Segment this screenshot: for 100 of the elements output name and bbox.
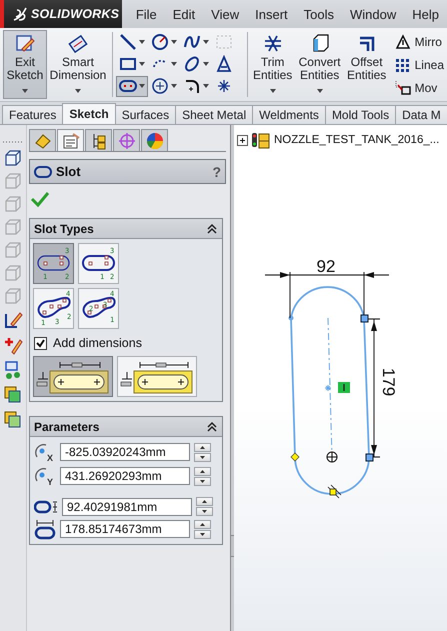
axis-label: X xyxy=(47,453,54,463)
menu-item[interactable]: File xyxy=(128,6,165,22)
view-cube-icon xyxy=(4,241,22,259)
down-arrow-icon xyxy=(202,510,207,513)
expand-toggle[interactable] xyxy=(237,134,248,146)
menu-item[interactable]: Edit xyxy=(164,6,204,22)
panel-tab[interactable] xyxy=(57,129,84,151)
ribbon-tab[interactable]: Sheet Metal xyxy=(175,105,254,124)
axis-label: Y xyxy=(47,477,54,487)
up-arrow-icon xyxy=(200,470,205,472)
view-cube-icon xyxy=(4,218,22,236)
ribbon-button[interactable]: Trim Entities xyxy=(250,30,295,99)
ribbon-button[interactable]: Smart Dimension xyxy=(50,30,106,99)
spin-up-button[interactable] xyxy=(194,466,211,476)
menu-item[interactable]: Tools xyxy=(296,6,342,22)
ribbon-tab[interactable]: Features xyxy=(2,105,64,124)
spin-down-button[interactable] xyxy=(194,530,211,538)
parameter-field[interactable]: 178.85174673mm xyxy=(60,520,190,538)
spin-up-button[interactable] xyxy=(196,497,213,506)
text-tool-icon xyxy=(214,55,233,73)
dropdown-arrow-icon xyxy=(202,40,209,44)
dropdown-arrow-icon xyxy=(138,40,145,44)
midpoint-marker xyxy=(328,484,342,498)
spin-down-button[interactable] xyxy=(194,476,211,486)
menu-item[interactable]: Help xyxy=(404,6,447,22)
ribbon-tab[interactable]: Surfaces xyxy=(114,105,176,124)
menu-item[interactable]: Insert xyxy=(247,6,296,22)
sketch-pencil-icon xyxy=(3,310,23,330)
dimxpert-tab-icon xyxy=(116,130,136,150)
dimension-style-option[interactable] xyxy=(117,356,197,397)
endpoint-handle[interactable] xyxy=(360,314,368,322)
move-icon xyxy=(394,80,411,96)
linear-icon xyxy=(394,56,411,72)
view-cube-icon xyxy=(4,264,22,282)
sketch-tool-button[interactable] xyxy=(116,76,148,96)
line-tool-icon xyxy=(118,33,137,51)
parameter-field[interactable]: -825.03920243mm xyxy=(60,443,190,461)
ribbon-tab[interactable]: Weldments xyxy=(252,105,326,124)
slot-tool-icon xyxy=(118,77,137,95)
spin-up-button[interactable] xyxy=(194,442,211,452)
checkbox[interactable] xyxy=(34,336,47,350)
ribbon-button[interactable]: Convert Entities xyxy=(298,30,342,99)
endpoint-handle[interactable] xyxy=(366,454,374,462)
down-arrow-icon xyxy=(200,456,205,458)
chevron-icon xyxy=(206,420,218,432)
dropdown-arrow-icon xyxy=(138,62,145,66)
ribbon-button[interactable]: Linea xyxy=(394,56,444,72)
collapse-button[interactable] xyxy=(206,420,218,432)
mirror-icon xyxy=(394,34,411,50)
spin-down-button[interactable] xyxy=(194,452,211,462)
menu-item[interactable]: Window xyxy=(342,6,404,22)
view-cube-icon xyxy=(4,195,22,213)
ok-button[interactable] xyxy=(29,190,51,210)
panel-tab[interactable] xyxy=(85,129,112,151)
dimension-text: 179 xyxy=(379,368,398,396)
dropdown-arrow-icon xyxy=(202,84,209,88)
menu-item[interactable]: View xyxy=(203,6,248,22)
checkbox-label: Add dimensions xyxy=(53,336,142,350)
group-title: Parameters xyxy=(34,420,100,434)
grip-icon xyxy=(3,141,23,144)
dimension-text: 92 xyxy=(316,257,336,276)
parameter-field[interactable]: 92.40291981mm xyxy=(62,498,192,516)
add-relation-icon xyxy=(3,335,23,355)
dimension-style-option[interactable] xyxy=(33,356,113,397)
panel-tab[interactable] xyxy=(141,129,168,151)
ribbon-button[interactable]: Mirro xyxy=(394,34,444,50)
panel-tab[interactable] xyxy=(29,129,56,151)
checkmark-icon xyxy=(30,190,50,208)
dimension-style-icon xyxy=(36,359,110,394)
parameter-field[interactable]: 431.26920293mm xyxy=(60,467,190,485)
ribbon-tab[interactable]: Mold Tools xyxy=(324,105,396,124)
dropdown-arrow-icon xyxy=(170,84,177,88)
spin-up-button[interactable] xyxy=(194,520,211,528)
property-tab-icon xyxy=(60,130,80,150)
dropdown-arrow-icon xyxy=(75,89,81,93)
slot-icon xyxy=(34,166,52,178)
layer-stack-icon xyxy=(3,410,23,430)
rectangle-tool-icon xyxy=(118,55,137,73)
help-button[interactable]: ? xyxy=(212,164,221,180)
ribbon-button[interactable]: Exit Sketch xyxy=(3,30,47,99)
dropdown-arrow-icon xyxy=(316,89,323,93)
coincident-point-marker[interactable] xyxy=(290,452,300,462)
ribbon-button[interactable]: Mov xyxy=(394,80,444,96)
ribbon-button[interactable]: Offset Entities xyxy=(344,30,389,99)
layer-stack-icon xyxy=(3,385,23,405)
centerline-point-icon xyxy=(324,384,332,392)
ds-logo-icon xyxy=(12,6,28,22)
view-cube-icon xyxy=(4,172,22,190)
logo-text: SOLIDWORKS xyxy=(31,7,120,21)
view-cube-icon xyxy=(4,149,22,167)
property-manager-title: Slot xyxy=(56,164,82,179)
dimension-style-icon xyxy=(120,359,194,394)
ribbon-tab[interactable]: Data M xyxy=(395,105,447,124)
dropdown-arrow-icon xyxy=(22,89,28,93)
up-arrow-icon xyxy=(200,522,205,526)
grid-tool-icon xyxy=(214,33,233,51)
ribbon-tab[interactable]: Sketch xyxy=(62,103,116,124)
spin-down-button[interactable] xyxy=(196,507,213,516)
collapse-button[interactable] xyxy=(206,222,218,234)
tree-item-label[interactable]: NOZZLE_TEST_TANK_2016_... xyxy=(274,134,440,146)
